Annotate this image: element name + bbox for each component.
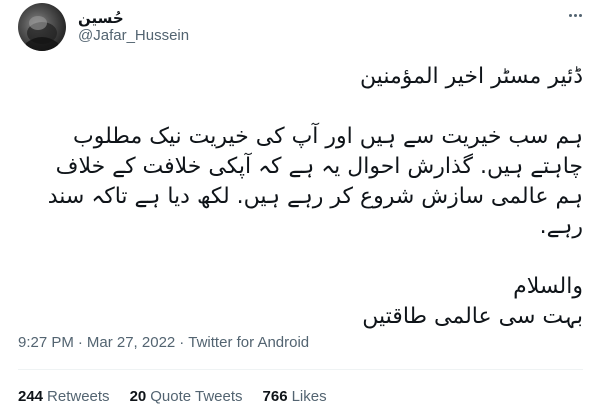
user-handle[interactable]: @Jafar_Hussein (78, 27, 189, 44)
tweet-meta: 9:27 PM · Mar 27, 2022 · Twitter for Android (18, 334, 309, 351)
meta-separator: · (77, 334, 83, 351)
tweet-source[interactable]: Twitter for Android (188, 334, 309, 351)
divider (18, 369, 583, 370)
retweets-stat[interactable]: 244 Retweets (18, 388, 110, 405)
display-name[interactable]: حُسین (78, 9, 124, 27)
more-dot (578, 13, 582, 17)
quote-tweets-label: Quote Tweets (150, 388, 243, 405)
retweets-label: Retweets (47, 388, 110, 405)
likes-stat[interactable]: 766 Likes (263, 388, 327, 405)
more-icon[interactable] (565, 7, 585, 23)
tweet-closing: والسلام (513, 274, 583, 299)
likes-count: 766 (262, 388, 288, 405)
tweet-time[interactable]: 9:27 PM (18, 334, 74, 351)
tweet-stats: 244 Retweets 20 Quote Tweets 766 Likes (18, 388, 327, 405)
retweets-count: 244 (18, 388, 44, 405)
quote-tweets-count: 20 (129, 388, 147, 405)
tweet-date[interactable]: Mar 27, 2022 (87, 334, 175, 351)
avatar[interactable] (18, 3, 66, 51)
tweet-text: ڈئیر مسٹر اخیر المؤمنین ہم سب خیریت سے ہ… (18, 62, 583, 332)
meta-separator: · (179, 334, 185, 351)
more-dot (568, 13, 572, 17)
likes-label: Likes (291, 388, 327, 405)
tweet-body: ہم سب خیریت سے ہیں اور آپ کی خیریت نیک م… (47, 124, 583, 239)
tweet-card: حُسین @Jafar_Hussein ڈئیر مسٹر اخیر المؤ… (0, 0, 601, 415)
quote-tweets-stat[interactable]: 20 Quote Tweets (130, 388, 243, 405)
more-dot (573, 13, 577, 17)
tweet-signature: بہت سی عالمی طاقتیں (362, 304, 583, 329)
tweet-greeting: ڈئیر مسٹر اخیر المؤمنین (359, 64, 583, 89)
